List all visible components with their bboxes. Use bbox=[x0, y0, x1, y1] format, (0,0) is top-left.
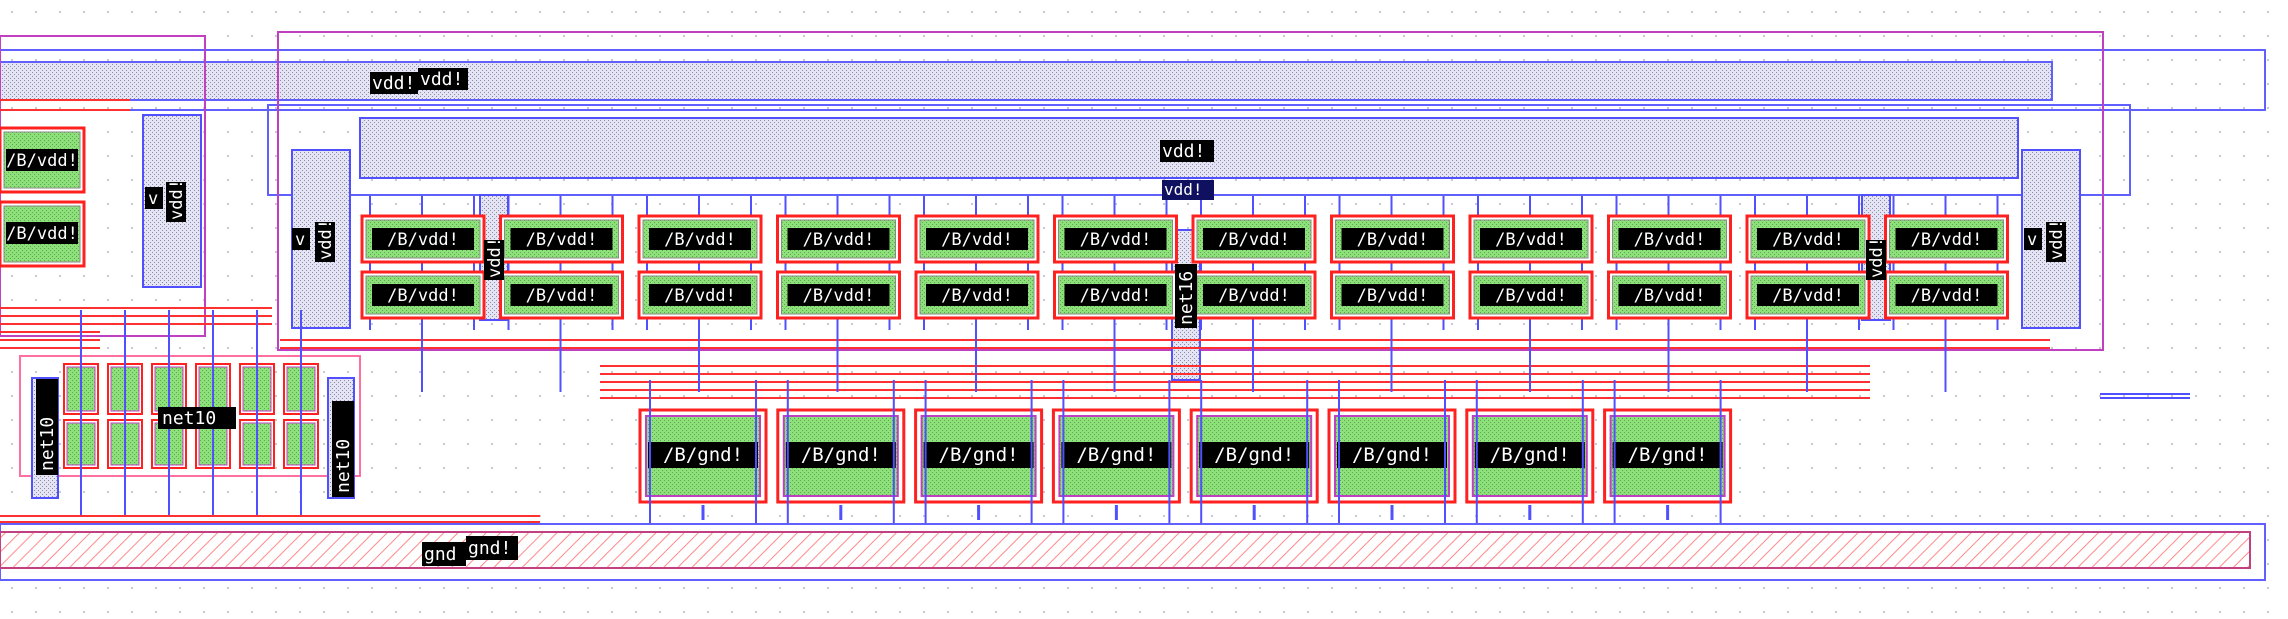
pmos-label: /B/vdd! bbox=[387, 230, 459, 250]
v-char-right: v bbox=[2027, 230, 2037, 250]
vdd-label-strap-left: vdd! bbox=[316, 219, 336, 260]
pmos-label: /B/vdd! bbox=[1495, 286, 1567, 306]
vdd-label-a: vdd! bbox=[372, 73, 415, 94]
pmos-device-top-11[interactable]: /B/vdd! bbox=[1745, 214, 1871, 264]
pmos-label: /B/vdd! bbox=[387, 286, 459, 306]
vdd-label-strap-leftcell: vdd! bbox=[167, 179, 187, 220]
net10-label-left: net10 bbox=[37, 417, 58, 471]
pmos-device-bottom-6[interactable]: /B/vdd! bbox=[1053, 270, 1178, 320]
pmos-label: /B/vdd! bbox=[941, 286, 1013, 306]
vdd-label-center: vdd! bbox=[1162, 141, 1205, 162]
nmos-label: /B/gnd! bbox=[1214, 444, 1294, 466]
pmos-device-top-4[interactable]: /B/vdd! bbox=[776, 214, 901, 264]
pmos-device-top-5[interactable]: /B/vdd! bbox=[914, 214, 1040, 264]
pmos-device-top-10[interactable]: /B/vdd! bbox=[1607, 214, 1732, 264]
pmos-device-top-8[interactable]: /B/vdd! bbox=[1330, 214, 1455, 264]
nmos-label: /B/gnd! bbox=[1490, 444, 1570, 466]
pmos-device-top-12[interactable]: /B/vdd! bbox=[1884, 214, 2009, 264]
pmos-device-bottom-7[interactable]: /B/vdd! bbox=[1191, 270, 1317, 320]
pmos-label: /B/vdd! bbox=[664, 230, 736, 250]
vdd-label-strap-right: vdd! bbox=[2047, 219, 2067, 260]
pmos-label: /B/vdd! bbox=[1218, 286, 1290, 306]
vdd-rail-top[interactable] bbox=[0, 61, 2053, 101]
pmos-label: /B/vdd! bbox=[1357, 230, 1429, 250]
pmos-device-top-7[interactable]: /B/vdd! bbox=[1191, 214, 1317, 264]
pmos-label: /B/vdd! bbox=[1218, 230, 1290, 250]
pmos-label: /B/vdd! bbox=[526, 230, 598, 250]
pmos-label: /B/vdd! bbox=[1357, 286, 1429, 306]
net10-label-right: net10 bbox=[333, 439, 354, 493]
pmos-device-bottom-11[interactable]: /B/vdd! bbox=[1745, 270, 1871, 320]
v-char-left: v bbox=[295, 230, 305, 250]
left-pmos-label-1: /B/vdd! bbox=[6, 151, 78, 171]
pmos-device-top-1[interactable]: /B/vdd! bbox=[360, 214, 486, 264]
pmos-device-bottom-10[interactable]: /B/vdd! bbox=[1607, 270, 1732, 320]
nmos-label: /B/gnd! bbox=[663, 444, 743, 466]
nmos-label: /B/gnd! bbox=[1076, 444, 1156, 466]
net10-label-center: net10 bbox=[162, 408, 216, 429]
pmos-device-bottom-8[interactable]: /B/vdd! bbox=[1330, 270, 1455, 320]
gnd-label-a: gnd bbox=[424, 544, 457, 565]
gnd-rail[interactable] bbox=[0, 531, 2251, 569]
pmos-label: /B/vdd! bbox=[664, 286, 736, 306]
pmos-device-bottom-9[interactable]: /B/vdd! bbox=[1468, 270, 1594, 320]
pmos-device-top-2[interactable]: /B/vdd! bbox=[499, 214, 624, 264]
vdd-label-strap-mid-a: vdd! bbox=[485, 237, 505, 278]
left-pmos-label-2: /B/vdd! bbox=[6, 224, 78, 244]
gnd-label-b: gnd! bbox=[468, 538, 511, 559]
pmos-device-bottom-12[interactable]: /B/vdd! bbox=[1884, 270, 2009, 320]
pmos-device-bottom-3[interactable]: /B/vdd! bbox=[637, 270, 763, 320]
pmos-device-bottom-4[interactable]: /B/vdd! bbox=[776, 270, 901, 320]
pmos-label: /B/vdd! bbox=[1634, 286, 1706, 306]
nmos-label: /B/gnd! bbox=[1628, 444, 1708, 466]
pmos-label: /B/vdd! bbox=[1495, 230, 1567, 250]
pmos-device-bottom-5[interactable]: /B/vdd! bbox=[914, 270, 1040, 320]
layout-canvas[interactable]: /B/vdd! /B/vdd! /B/vdd! /B/vdd! /B/vdd! /B/vd… bbox=[0, 0, 2288, 619]
pmos-device-bottom-2[interactable]: /B/vdd! bbox=[499, 270, 624, 320]
vdd-label-b: vdd! bbox=[420, 69, 463, 90]
pmos-device-top-3[interactable]: /B/vdd! bbox=[637, 214, 763, 264]
left-pmos-device-2[interactable]: /B/vdd! bbox=[0, 200, 86, 268]
pmos-label: /B/vdd! bbox=[1634, 230, 1706, 250]
pmos-label: /B/vdd! bbox=[526, 286, 598, 306]
vdd-label-small: vdd! bbox=[1164, 180, 1203, 199]
pmos-label: /B/vdd! bbox=[1080, 286, 1152, 306]
pmos-label: /B/vdd! bbox=[1772, 286, 1844, 306]
nmos-label: /B/gnd! bbox=[1352, 444, 1432, 466]
vdd-label-strap-mid-b: vdd! bbox=[1867, 237, 1887, 278]
pmos-device-top-6[interactable]: /B/vdd! bbox=[1053, 214, 1178, 264]
pmos-label: /B/vdd! bbox=[803, 286, 875, 306]
nmos-label: /B/gnd! bbox=[939, 444, 1019, 466]
pmos-device-bottom-1[interactable]: /B/vdd! bbox=[360, 270, 486, 320]
nmos-label: /B/gnd! bbox=[801, 444, 881, 466]
pmos-label: /B/vdd! bbox=[803, 230, 875, 250]
pmos-label: /B/vdd! bbox=[1772, 230, 1844, 250]
pmos-device-top-9[interactable]: /B/vdd! bbox=[1468, 214, 1594, 264]
v-char-leftcell: v bbox=[148, 189, 158, 209]
net16-label: net16 bbox=[1176, 271, 1197, 325]
pmos-label: /B/vdd! bbox=[1080, 230, 1152, 250]
pmos-label: /B/vdd! bbox=[1911, 230, 1983, 250]
pmos-label: /B/vdd! bbox=[941, 230, 1013, 250]
left-pmos-device-1[interactable]: /B/vdd! bbox=[0, 126, 86, 194]
pmos-label: /B/vdd! bbox=[1911, 286, 1983, 306]
